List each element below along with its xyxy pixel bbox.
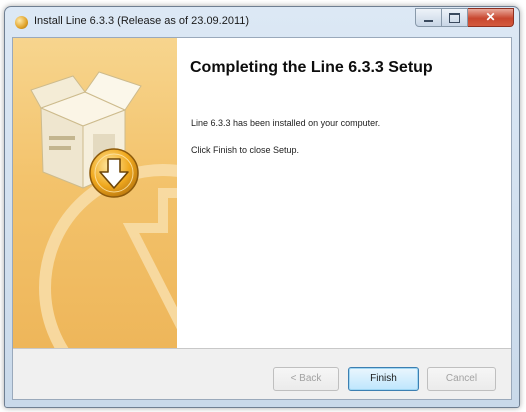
installer-disc-icon <box>15 16 28 29</box>
wizard-side-banner <box>13 38 177 348</box>
instruction-message: Click Finish to close Setup. <box>191 145 300 155</box>
maximize-icon <box>449 13 460 23</box>
close-button[interactable]: ✕ <box>468 8 514 27</box>
wizard-content: Completing the Line 6.3.3 Setup Line 6.3… <box>177 38 511 348</box>
finish-button[interactable]: Finish <box>348 367 419 391</box>
installed-message: Line 6.3.3 has been installed on your co… <box>191 118 381 128</box>
close-icon: ✕ <box>485 10 496 24</box>
title-bar[interactable]: Install Line 6.3.3 (Release as of 23.09.… <box>5 7 519 37</box>
minimize-button[interactable] <box>415 8 442 27</box>
maximize-button[interactable] <box>442 8 468 27</box>
page-heading: Completing the Line 6.3.3 Setup <box>190 59 433 76</box>
box-download-graphic <box>30 71 177 348</box>
window-title: Install Line 6.3.3 (Release as of 23.09.… <box>34 15 250 27</box>
back-button[interactable]: < Back <box>273 367 339 391</box>
caption-buttons: ✕ <box>415 8 514 27</box>
button-bar: < Back Finish Cancel <box>13 348 511 399</box>
wizard-client-area: Completing the Line 6.3.3 Setup Line 6.3… <box>12 37 512 400</box>
installer-window: Install Line 6.3.3 (Release as of 23.09.… <box>4 6 520 408</box>
cancel-button[interactable]: Cancel <box>427 367 496 391</box>
minimize-icon <box>424 20 433 22</box>
